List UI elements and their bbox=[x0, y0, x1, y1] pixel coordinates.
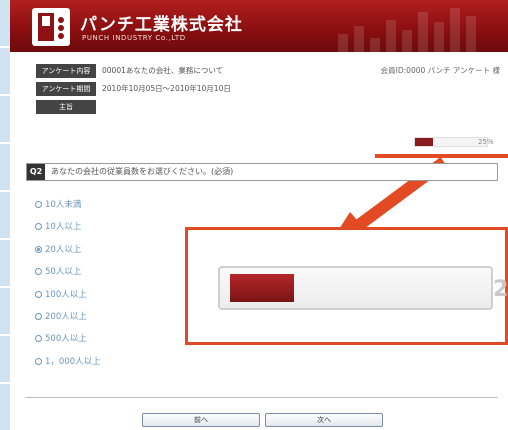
zoomed-progress-fill bbox=[230, 274, 294, 302]
zoomed-progress-percent: 2 bbox=[493, 277, 508, 302]
answer-option[interactable]: 20人以上 bbox=[35, 243, 101, 265]
answer-option[interactable]: 10人未満 bbox=[35, 198, 101, 220]
radio-icon[interactable] bbox=[35, 245, 42, 253]
answer-option-label: 10人以上 bbox=[45, 222, 82, 233]
radio-icon[interactable] bbox=[35, 268, 42, 276]
answer-option-label: 20人以上 bbox=[45, 244, 82, 255]
answer-option[interactable]: 100人以上 bbox=[35, 288, 101, 310]
radio-icon[interactable] bbox=[35, 223, 42, 231]
answer-option[interactable]: 10人以上 bbox=[35, 220, 101, 242]
answer-option[interactable]: 500人以上 bbox=[35, 332, 101, 354]
radio-icon[interactable] bbox=[35, 357, 42, 365]
prev-button[interactable]: 前へ bbox=[142, 413, 260, 427]
radio-icon[interactable] bbox=[35, 290, 42, 298]
question-number: Q2 bbox=[27, 164, 45, 180]
answer-option[interactable]: 1，000人以上 bbox=[35, 355, 101, 377]
answer-option[interactable]: 200人以上 bbox=[35, 310, 101, 332]
survey-page: パンチ工業株式会社 PUNCH INDUSTRY Co.,LTD アンケート内容… bbox=[0, 0, 508, 430]
footer-divider bbox=[26, 397, 498, 398]
answer-option-label: 500人以上 bbox=[45, 334, 87, 345]
question-text: あなたの会社の従業員数をお選びください。(必須) bbox=[51, 167, 234, 176]
radio-icon[interactable] bbox=[35, 312, 42, 320]
zoom-callout: 2 bbox=[185, 227, 508, 345]
answer-option-label: 100人以上 bbox=[45, 289, 87, 300]
zoomed-progress-bar bbox=[218, 266, 493, 310]
next-button[interactable]: 次へ bbox=[265, 413, 383, 427]
answer-option-label: 200人以上 bbox=[45, 311, 87, 322]
answer-option-label: 10人未満 bbox=[45, 200, 82, 210]
answer-option[interactable]: 50人以上 bbox=[35, 265, 101, 287]
answer-option-label: 50人以上 bbox=[45, 267, 82, 278]
answer-option-label: 1，000人以上 bbox=[45, 356, 101, 367]
radio-icon[interactable] bbox=[35, 335, 42, 343]
question-header: Q2 あなたの会社の従業員数をお選びください。(必須) bbox=[26, 163, 498, 181]
answer-options: 10人未満 10人以上 20人以上 50人以上 100人以上 200人以上 500人以上 1，… bbox=[35, 198, 101, 377]
radio-icon[interactable] bbox=[35, 201, 42, 208]
